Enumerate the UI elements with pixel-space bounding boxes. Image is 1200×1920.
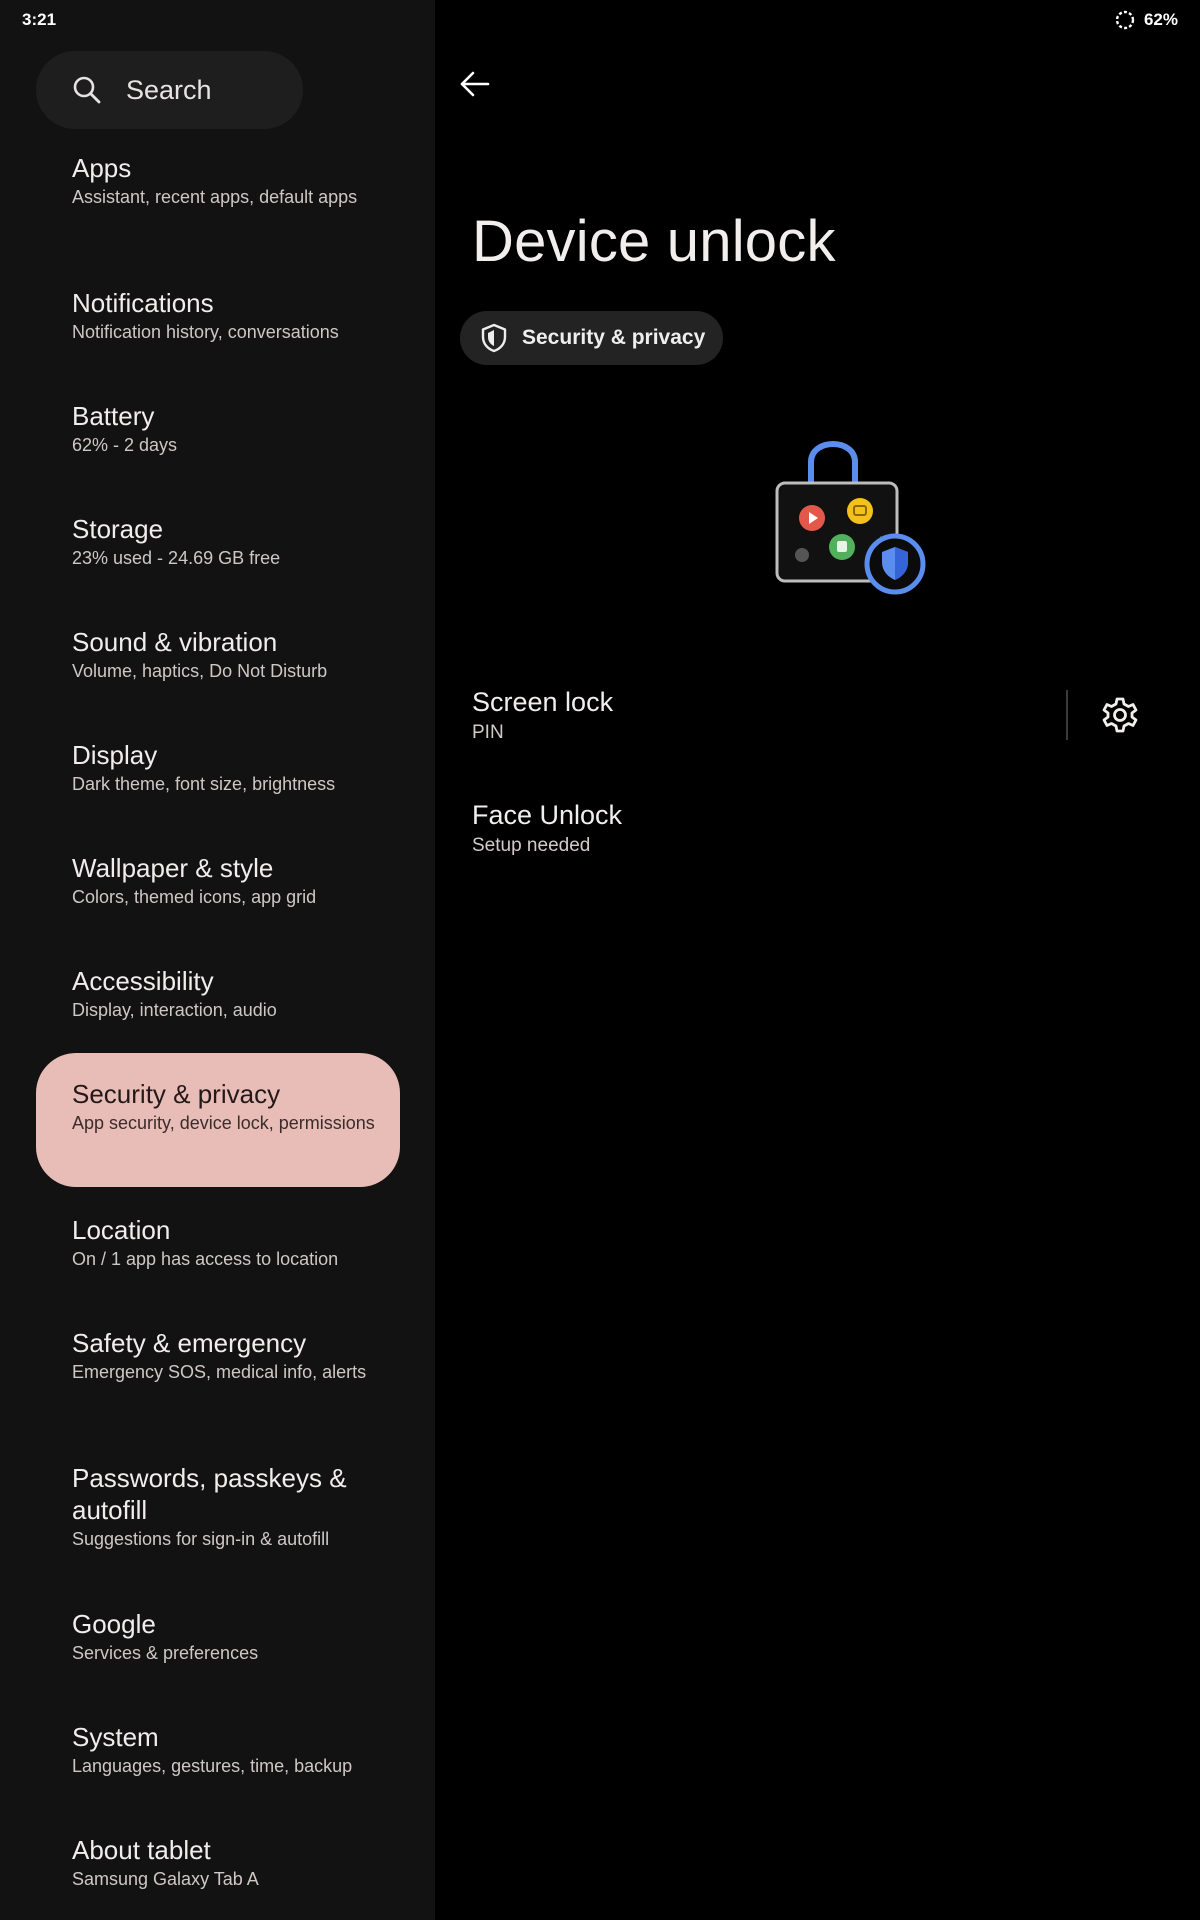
battery-saver-ring-icon [1115,10,1135,30]
sidebar-item-title: Security & privacy [72,1079,281,1109]
sidebar-item-subtitle: 23% used - 24.69 GB free [72,548,281,568]
search-bar[interactable]: Search [36,51,303,129]
search-label: Search [126,74,212,105]
sidebar-item-subtitle: On / 1 app has access to location [72,1249,339,1269]
row-divider [1066,690,1068,740]
sidebar-item-subtitle: Display, interaction, audio [72,1000,277,1020]
sidebar-item-battery[interactable]: Battery 62% - 2 days [36,400,400,456]
sidebar-item-subtitle: App security, device lock, permissions [72,1113,375,1133]
sidebar-item-safety-emergency[interactable]: Safety & emergency Emergency SOS, medica… [36,1327,400,1383]
sidebar-item-passwords-autofill[interactable]: Passwords, passkeys & autofill Suggestio… [36,1462,400,1550]
status-right: 62% [1114,9,1178,31]
sidebar-item-sound-vibration[interactable]: Sound & vibration Volume, haptics, Do No… [36,626,400,682]
page-title: Device unlock [472,209,836,274]
sidebar-item-notifications[interactable]: Notifications Notification history, conv… [36,287,400,343]
sidebar-item-subtitle: Notification history, conversations [72,322,339,342]
shield-icon [481,323,507,353]
sidebar-item-subtitle: Volume, haptics, Do Not Disturb [72,661,328,681]
sidebar-item-subtitle: Samsung Galaxy Tab A [72,1869,259,1889]
sidebar-item-security-privacy[interactable]: Security & privacy App security, device … [36,1053,400,1187]
chip-label: Security & privacy [522,326,706,349]
sidebar-item-title: Accessibility [72,966,214,996]
sidebar-item-google[interactable]: Google Services & preferences [36,1608,400,1664]
breadcrumb-chip[interactable]: Security & privacy [460,311,724,365]
sidebar-item-subtitle: Dark theme, font size, brightness [72,774,336,794]
detail-pane: Device unlock Security & privacy Screen … [435,0,1200,1920]
sidebar-item-title: Google [72,1609,156,1639]
sidebar-item-subtitle: Colors, themed icons, app grid [72,887,317,907]
row-title: Face Unlock [472,800,623,830]
sidebar-item-subtitle: Assistant, recent apps, default apps [72,187,358,207]
face-unlock-row[interactable]: Face Unlock Setup needed [472,798,622,858]
battery-percent: 62% [1143,10,1178,29]
sidebar-item-title: System [72,1722,159,1752]
sidebar-item-title: Passwords, passkeys & autofill [72,1463,347,1525]
status-time: 3:21 [22,10,57,29]
sidebar-item-storage[interactable]: Storage 23% used - 24.69 GB free [36,513,400,569]
sidebar-item-title: Safety & emergency [72,1328,307,1358]
sidebar-item-title: Display [72,740,158,770]
sidebar-item-title: Wallpaper & style [72,853,274,883]
sidebar-item-title: Storage [72,514,164,544]
sidebar-item-subtitle: Services & preferences [72,1643,259,1663]
sidebar-item-display[interactable]: Display Dark theme, font size, brightnes… [36,739,400,795]
sidebar-item-title: Battery [72,401,155,431]
sidebar-item-subtitle: Emergency SOS, medical info, alerts [72,1362,367,1382]
lock-illustration [775,441,926,595]
sidebar-item-accessibility[interactable]: Accessibility Display, interaction, audi… [36,965,400,1021]
sidebar-item-about-tablet[interactable]: About tablet Samsung Galaxy Tab A [36,1834,400,1890]
arrow-left-icon[interactable] [457,66,493,102]
sidebar-item-title: Notifications [72,288,214,318]
gear-icon[interactable] [1101,696,1139,734]
sidebar-item-title: About tablet [72,1835,211,1865]
row-subtitle: Setup needed [472,835,591,856]
sidebar-item-subtitle: Languages, gestures, time, backup [72,1756,353,1776]
status-bar: 3:21 62% [0,0,1200,40]
sidebar-item-subtitle: Suggestions for sign-in & autofill [72,1529,330,1549]
sidebar-item-wallpaper-style[interactable]: Wallpaper & style Colors, themed icons, … [36,852,400,908]
sidebar-item-subtitle: 62% - 2 days [72,435,178,455]
sidebar-item-location[interactable]: Location On / 1 app has access to locati… [36,1214,400,1270]
sidebar-item-title: Apps [72,153,132,183]
row-title: Screen lock [472,687,614,717]
search-icon [73,76,101,104]
sidebar-item-title: Location [72,1215,171,1245]
sidebar-item-system[interactable]: System Languages, gestures, time, backup [36,1721,400,1777]
screen-lock-row[interactable]: Screen lock PIN [472,685,613,745]
sidebar-item-title: Sound & vibration [72,627,278,657]
row-subtitle: PIN [472,722,504,743]
settings-sidebar: Search Apps Assistant, recent apps, defa… [0,0,435,1920]
sidebar-item-apps[interactable]: Apps Assistant, recent apps, default app… [36,152,400,208]
